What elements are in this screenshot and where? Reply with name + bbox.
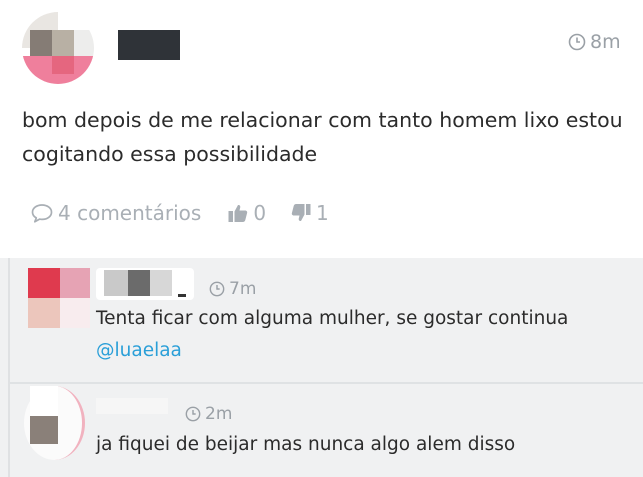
avatar-pixel: [28, 298, 60, 328]
clock-icon: [185, 406, 201, 422]
user-mention-link[interactable]: @luaelaa: [96, 340, 182, 361]
comment-item: 2m ja fiquei de beijar mas nunca algo al…: [10, 384, 643, 477]
dislike-count: 1: [316, 201, 329, 225]
comment-item: 7m Tenta ficar com alguma mulher, se gos…: [10, 258, 643, 382]
comment-timestamp: 2m: [185, 404, 232, 424]
post-body-line: cogitando essa possibilidade: [22, 142, 318, 166]
comment-timestamp-text: 7m: [229, 279, 257, 299]
post-body: bom depois de me relacionar com tanto ho…: [22, 103, 623, 171]
post-timestamp: 8m: [568, 31, 621, 53]
commenter-avatar[interactable]: [28, 268, 60, 298]
name-pixel: [150, 270, 172, 296]
like-count: 0: [253, 201, 267, 225]
name-pixel: [128, 270, 150, 296]
name-pixel: [104, 270, 128, 296]
comment-timestamp-text: 2m: [205, 404, 233, 424]
commenter-name-redacted[interactable]: [96, 398, 168, 414]
thumbs-up-icon: [228, 204, 248, 222]
avatar-pixel: [52, 56, 74, 74]
avatar-pixel: [60, 268, 90, 298]
author-name-redacted[interactable]: [118, 30, 180, 60]
like-button[interactable]: 0: [227, 201, 266, 225]
avatar-pixel: [60, 298, 90, 328]
post-card: 8m bom depois de me relacionar com tanto…: [0, 0, 643, 258]
comment-bubble-icon: [31, 204, 53, 223]
comments-thread: 7m Tenta ficar com alguma mulher, se gos…: [0, 258, 643, 477]
post-actions: 4 comentários 0 1: [30, 198, 329, 228]
name-pixel: [178, 294, 186, 297]
thumbs-down-icon: [291, 204, 311, 222]
comments-button[interactable]: 4 comentários: [30, 201, 201, 225]
avatar-pixel: [52, 30, 74, 56]
avatar-pixel: [30, 386, 58, 416]
post-timestamp-text: 8m: [590, 31, 621, 53]
dislike-button[interactable]: 1: [290, 201, 329, 225]
comment-timestamp: 7m: [209, 279, 256, 299]
comments-count: 4 comentários: [58, 201, 202, 225]
avatar-pixel: [30, 30, 52, 56]
clock-icon: [568, 33, 586, 51]
clock-icon: [209, 281, 225, 297]
avatar-pixel: [74, 30, 94, 56]
comment-text: Tenta ficar com alguma mulher, se gostar…: [96, 308, 569, 329]
author-avatar[interactable]: [22, 12, 94, 84]
comment-text: ja fiquei de beijar mas nunca algo alem …: [96, 434, 516, 455]
post-body-line: bom depois de me relacionar com tanto ho…: [22, 108, 623, 132]
avatar-pixel: [30, 416, 58, 444]
